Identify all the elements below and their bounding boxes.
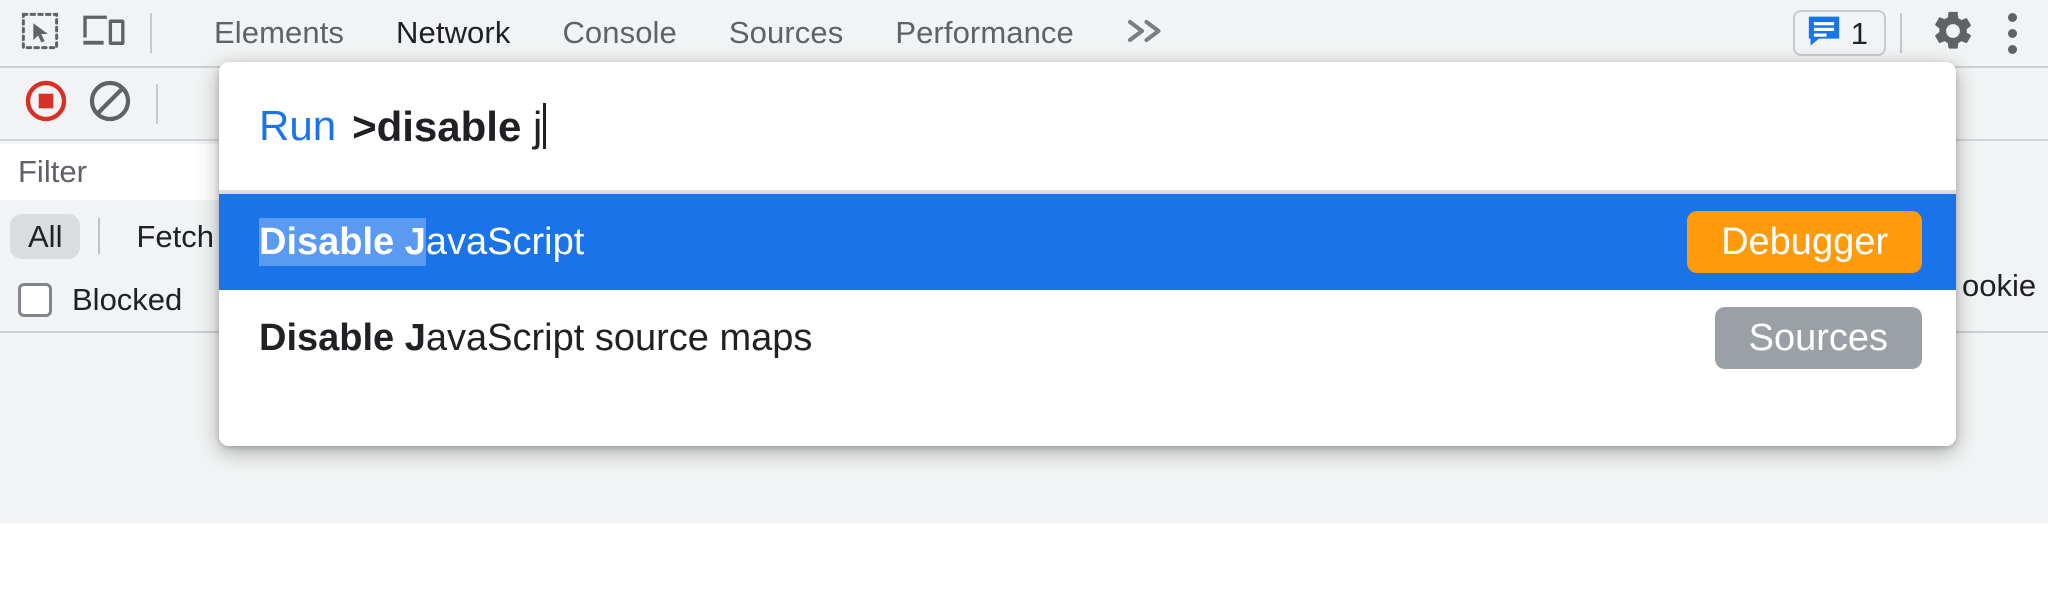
command-menu-result-1[interactable]: Disable JavaScript source maps Sources: [219, 290, 1956, 386]
result-title-0: Disable JavaScript: [259, 218, 585, 266]
result-match-0: Disable J: [259, 218, 426, 266]
inspect-element-button[interactable]: [8, 4, 72, 62]
result-badge-0: Debugger: [1687, 211, 1922, 273]
command-menu-input-row[interactable]: Run >disable j: [219, 62, 1956, 190]
settings-button[interactable]: [1922, 4, 1984, 62]
toolbar-divider: [150, 13, 152, 53]
chip-divider: [98, 218, 101, 254]
toolbar-right-group: 1: [1792, 0, 2048, 67]
inspect-element-icon: [19, 10, 61, 57]
panel-tab-list: Elements Network Console Sources Perform…: [188, 0, 1190, 67]
command-menu-result-0[interactable]: Disable JavaScript Debugger: [219, 194, 1956, 290]
blocked-requests-checkbox[interactable]: [18, 283, 52, 317]
text-caret: [543, 103, 547, 149]
result-title-1: Disable JavaScript source maps: [259, 319, 812, 357]
message-count-label: 1: [1850, 15, 1868, 51]
tab-elements[interactable]: Elements: [188, 0, 370, 67]
toolbar-divider-right: [1900, 13, 1902, 53]
tab-network[interactable]: Network: [370, 0, 536, 67]
blocked-requests-label: Blocked: [72, 282, 183, 317]
record-network-log-button[interactable]: [14, 75, 78, 133]
more-vertical-icon: [2007, 12, 2017, 54]
devtools-window: Elements Network Console Sources Perform…: [0, 0, 2048, 593]
console-message-counter[interactable]: 1: [1792, 10, 1886, 56]
command-menu-mode-label: Run: [259, 102, 337, 149]
more-options-button[interactable]: [1984, 4, 2040, 62]
result-badge-1: Sources: [1714, 307, 1922, 369]
chevron-double-right-icon: [1122, 16, 1168, 51]
command-query-typed: j: [532, 103, 543, 150]
record-stop-icon: [23, 78, 69, 129]
tab-performance[interactable]: Performance: [869, 0, 1100, 67]
tab-console[interactable]: Console: [536, 0, 702, 67]
result-rest-1: avaScript source maps: [425, 317, 813, 359]
command-query-prefix: >disable: [352, 103, 533, 150]
toggle-device-toolbar-button[interactable]: [72, 4, 136, 62]
cookies-chip-partial: ookie: [1962, 268, 2037, 303]
clear-network-log-icon: [87, 78, 133, 129]
filter-placeholder: Filter: [18, 154, 87, 189]
gear-icon: [1930, 8, 1976, 59]
command-menu-query: >disable j: [352, 103, 547, 150]
message-bubble-icon: [1807, 15, 1841, 52]
command-menu: Run >disable j Disable JavaScript Debugg…: [219, 62, 1956, 446]
network-action-divider: [156, 83, 158, 124]
result-rest-0: avaScript: [425, 221, 585, 263]
command-menu-footer: [219, 386, 1956, 446]
chip-fetch[interactable]: Fetch: [118, 214, 232, 259]
devtools-main-toolbar: Elements Network Console Sources Perform…: [0, 0, 2048, 68]
chip-all[interactable]: All: [10, 213, 81, 259]
tab-sources[interactable]: Sources: [703, 0, 869, 67]
device-toolbar-icon: [81, 10, 127, 57]
result-match-1: Disable J: [259, 317, 426, 359]
clear-network-log-button[interactable]: [78, 75, 142, 133]
more-panels-button[interactable]: [1100, 0, 1190, 67]
